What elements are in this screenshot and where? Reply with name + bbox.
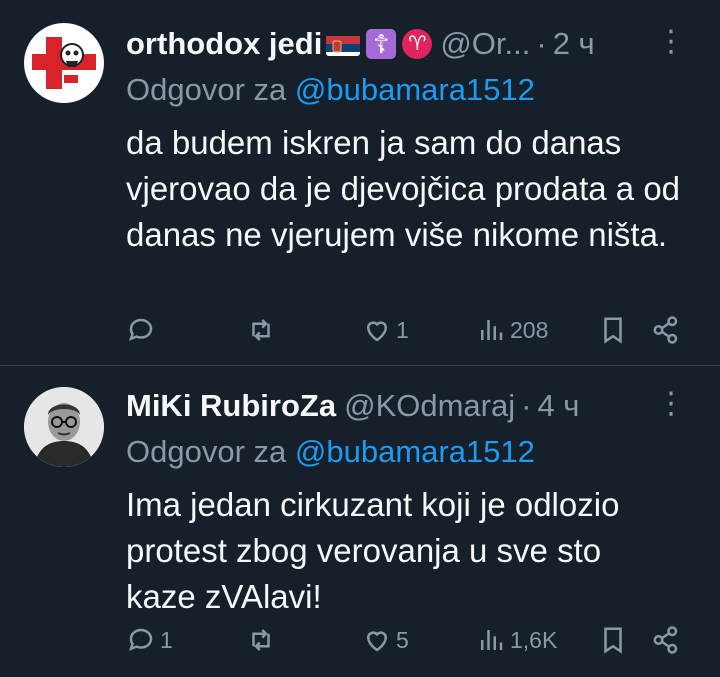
orthodox-cross-icon: ☦ xyxy=(366,29,397,59)
tweet[interactable]: MiKi RubiroZa @KOdmaraj · 4 ч ⋮ Odgovor … xyxy=(0,366,720,677)
more-options-icon[interactable]: ⋮ xyxy=(656,386,686,421)
display-name[interactable]: MiKi RubiroZa xyxy=(126,388,336,424)
share-button[interactable] xyxy=(651,625,681,655)
like-count: 5 xyxy=(396,626,409,653)
heart-icon xyxy=(366,631,388,652)
bookmark-icon xyxy=(604,317,622,344)
views-icon xyxy=(481,320,503,340)
reply-mention[interactable]: @bubamara1512 xyxy=(295,72,535,107)
action-bar: 1 5 1,6K xyxy=(126,620,700,660)
retweet-button[interactable] xyxy=(246,315,280,345)
avatar[interactable] xyxy=(24,23,104,103)
reply-count: 1 xyxy=(160,626,173,653)
tweet[interactable]: orthodox jedi ☦ ♈ @Or... · 2 ч ⋮ Odgovor… xyxy=(0,0,720,366)
reply-button[interactable] xyxy=(126,315,160,345)
action-bar: 1 208 xyxy=(126,310,700,350)
tweet-text: da budem iskren ja sam do danas vjerovao… xyxy=(126,124,681,253)
retweet-button[interactable] xyxy=(246,625,280,655)
like-button[interactable]: 5 xyxy=(362,625,409,655)
reply-icon xyxy=(129,318,153,341)
views-button[interactable]: 208 xyxy=(476,315,548,345)
serbia-flag-icon xyxy=(326,32,361,56)
separator-dot: · xyxy=(536,26,547,61)
share-icon xyxy=(653,626,678,654)
aries-icon: ♈ xyxy=(402,29,433,59)
more-options-icon[interactable]: ⋮ xyxy=(656,24,686,59)
handle[interactable]: @KOdmaraj xyxy=(344,388,515,424)
reply-context: Odgovor za @bubamara1512 xyxy=(126,68,700,112)
like-button[interactable]: 1 xyxy=(362,315,409,345)
like-count: 1 xyxy=(396,316,409,343)
reply-icon xyxy=(129,628,153,651)
display-name[interactable]: orthodox jedi xyxy=(126,26,322,62)
share-button[interactable] xyxy=(651,315,681,345)
views-icon xyxy=(481,630,503,650)
bookmark-button[interactable] xyxy=(598,625,628,655)
tweet-header: orthodox jedi ☦ ♈ @Or... · 2 ч ⋮ xyxy=(126,22,700,66)
separator-dot: · xyxy=(521,388,532,423)
reply-prefix: Odgovor za xyxy=(126,434,287,469)
timestamp[interactable]: 2 ч xyxy=(553,26,595,62)
view-count: 1,6K xyxy=(510,626,558,653)
handle[interactable]: @Or... xyxy=(440,26,530,62)
timestamp[interactable]: 4 ч xyxy=(537,388,579,424)
views-button[interactable]: 1,6K xyxy=(476,625,557,655)
reply-prefix: Odgovor za xyxy=(126,72,287,107)
bookmark-icon xyxy=(604,627,622,654)
reply-context: Odgovor za @bubamara1512 xyxy=(126,430,700,474)
reply-mention[interactable]: @bubamara1512 xyxy=(295,434,535,469)
share-icon xyxy=(653,316,678,344)
view-count: 208 xyxy=(510,316,549,343)
avatar[interactable] xyxy=(24,387,104,467)
retweet-icon xyxy=(252,629,270,651)
tweet-header: MiKi RubiroZa @KOdmaraj · 4 ч ⋮ xyxy=(126,384,700,428)
reply-button[interactable]: 1 xyxy=(126,625,173,655)
heart-icon xyxy=(366,321,388,342)
tweet-text: Ima jedan cirkuzant koji je odlozio prot… xyxy=(126,486,620,615)
bookmark-button[interactable] xyxy=(598,315,628,345)
retweet-icon xyxy=(252,319,270,341)
